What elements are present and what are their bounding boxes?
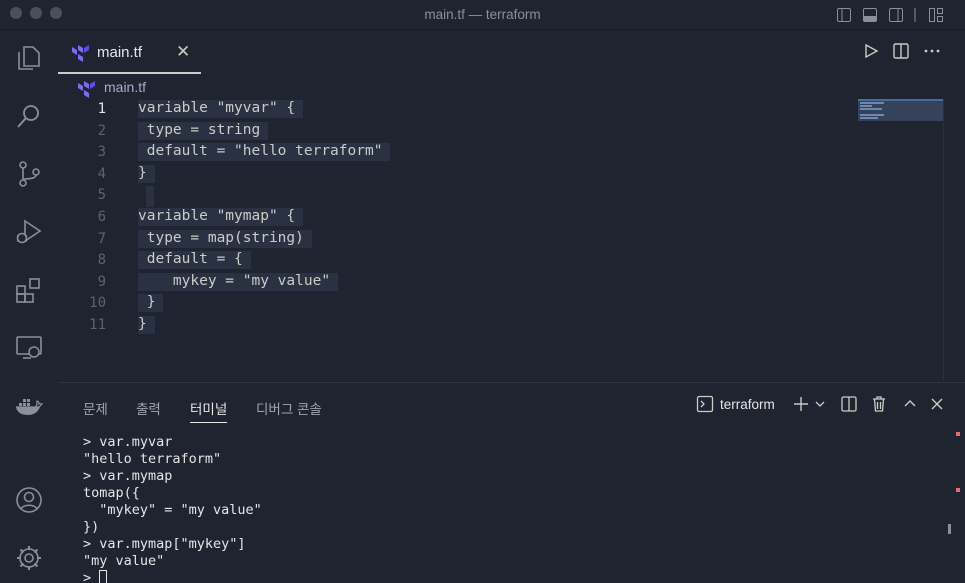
divider-icon (914, 8, 916, 22)
tab-main-tf[interactable]: main.tf ✕ (58, 30, 201, 74)
line-number: 10 (89, 295, 106, 312)
docker-icon[interactable] (13, 390, 45, 422)
split-terminal-icon[interactable] (840, 395, 858, 413)
line-number: 8 (97, 252, 106, 269)
code-text: mykey = "my value" (138, 272, 339, 291)
line-number: 7 (97, 230, 106, 247)
terminal-cursor (99, 570, 108, 583)
more-actions-icon[interactable] (923, 42, 941, 60)
terminal-icon (696, 395, 714, 413)
explorer-icon[interactable] (13, 42, 45, 74)
terminal-output[interactable]: > var.myvar "hello terraform" > var.mymap t… (83, 434, 262, 583)
code-line: 3 default = "hello terraform" (58, 142, 858, 164)
terminal-name[interactable]: terraform (720, 397, 775, 412)
tab-terminal[interactable]: 터미널 (190, 398, 228, 423)
chevron-down-icon[interactable] (814, 395, 826, 413)
terminal-line: > var.mymap (83, 468, 173, 484)
terminal-line: tomap({ (83, 485, 140, 501)
toggle-primary-sidebar-icon[interactable] (836, 7, 852, 23)
editor-scrollbar[interactable] (943, 99, 944, 381)
toggle-secondary-sidebar-icon[interactable] (888, 7, 904, 23)
tab-debug-console[interactable]: 디버그 콘솔 (256, 398, 322, 418)
chevron-up-icon[interactable] (902, 395, 918, 413)
split-editor-icon[interactable] (892, 42, 910, 60)
line-number: 3 (97, 144, 106, 161)
code-line: 7 type = map(string) (58, 229, 858, 251)
terraform-file-icon (78, 81, 95, 98)
title-bar: main.tf — terraform (0, 0, 965, 30)
code-editor[interactable]: 1 variable "myvar" { 2 type = string 3 de… (58, 99, 858, 379)
line-number: 4 (97, 165, 106, 182)
code-text: variable "mymap" { (138, 208, 304, 226)
terminal-scrollbar[interactable] (948, 524, 951, 534)
line-number: 11 (89, 317, 106, 333)
bottom-panel: 문제 출력 터미널 디버그 콘솔 terraform > var.myvar "h… (58, 382, 965, 583)
extensions-icon[interactable] (13, 274, 45, 306)
code-line: 11} (58, 315, 858, 337)
run-icon[interactable] (862, 42, 880, 60)
line-number: 6 (97, 209, 106, 225)
terminal-line: "hello terraform" (83, 451, 222, 467)
editor-tab-bar: main.tf ✕ (58, 30, 965, 75)
error-marker (956, 432, 960, 436)
code-text: type = map(string) (138, 229, 312, 248)
toggle-panel-icon[interactable] (862, 7, 878, 23)
code-text (146, 186, 154, 208)
source-control-icon[interactable] (13, 158, 45, 190)
minimap[interactable] (858, 99, 944, 121)
terminal-line: > var.mymap["mykey"] (83, 536, 246, 552)
close-panel-icon[interactable] (929, 395, 945, 413)
code-text: default = "hello terraform" (138, 143, 391, 162)
customize-layout-icon[interactable] (928, 7, 944, 23)
terminal-prompt-line: > (83, 570, 262, 583)
code-text: } (138, 164, 155, 183)
terminal-prompt: > (83, 570, 100, 583)
code-line: 1 variable "myvar" { (58, 99, 858, 121)
close-tab-icon[interactable]: ✕ (176, 42, 190, 62)
error-marker (956, 488, 960, 492)
new-terminal-icon[interactable] (792, 395, 810, 413)
tab-output[interactable]: 출력 (136, 398, 161, 418)
code-line: 6 variable "mymap" { (58, 207, 858, 229)
line-number: 5 (97, 187, 106, 204)
search-icon[interactable] (13, 100, 45, 132)
code-text: default = { (138, 251, 251, 270)
terminal-line: "my value" (83, 553, 165, 569)
window-title: main.tf — terraform (424, 7, 541, 22)
account-icon[interactable] (13, 484, 45, 516)
code-line: 10 } (58, 293, 858, 315)
breadcrumb-file[interactable]: main.tf (104, 79, 146, 95)
code-text: type = string (138, 121, 269, 140)
run-debug-icon[interactable] (13, 216, 45, 248)
terminal-line: "mykey" = "my value" (83, 502, 262, 518)
line-number: 2 (97, 122, 106, 139)
settings-gear-icon[interactable] (13, 542, 45, 574)
trash-icon[interactable] (870, 395, 888, 413)
tab-problems[interactable]: 문제 (83, 398, 108, 418)
code-line: 5 (58, 185, 858, 208)
code-line: 2 type = string (58, 121, 858, 143)
terminal-line: }) (83, 519, 100, 535)
code-line: 8 default = { (58, 250, 858, 272)
code-line: 4} (58, 164, 858, 186)
tab-label: main.tf (97, 44, 143, 61)
terminal-line: > var.myvar (83, 434, 173, 450)
line-number: 1 (97, 101, 106, 117)
remote-explorer-icon[interactable] (13, 332, 45, 364)
line-number: 9 (97, 273, 106, 290)
code-text: } (138, 294, 164, 313)
terraform-file-icon (72, 45, 89, 62)
code-text: } (138, 316, 155, 334)
activity-bar (0, 30, 58, 583)
code-text: variable "myvar" { (138, 100, 304, 118)
code-line: 9 mykey = "my value" (58, 272, 858, 294)
